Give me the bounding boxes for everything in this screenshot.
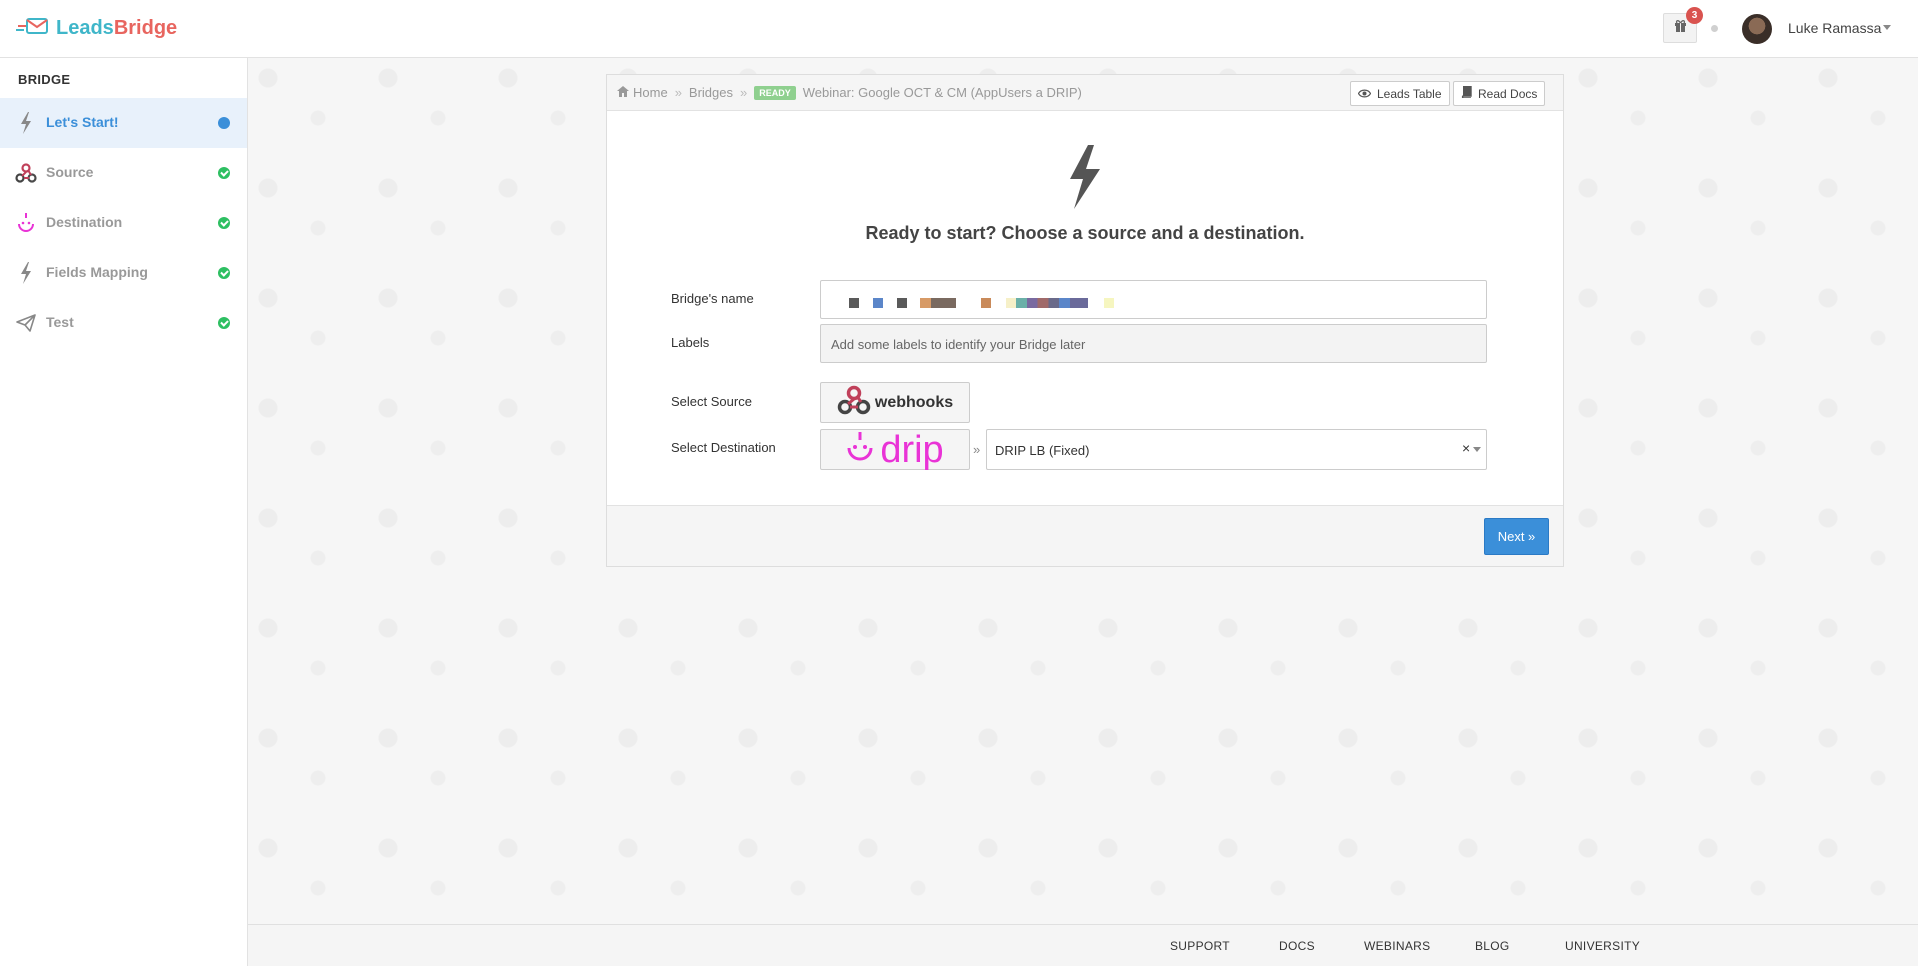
source-select-button[interactable]: webhooks <box>820 382 970 423</box>
bridge-setup-panel: Home » Bridges » READY Webinar: Google O… <box>606 74 1564 567</box>
breadcrumb: Home » Bridges » READY Webinar: Google O… <box>617 85 1082 100</box>
breadcrumb-current: Webinar: Google OCT & CM (AppUsers a DRI… <box>802 85 1082 100</box>
check-circle-icon <box>218 167 230 179</box>
bridge-name-field[interactable] <box>820 280 1487 319</box>
chevron-down-icon[interactable] <box>1473 447 1481 452</box>
sidebar-item-label: Let's Start! <box>46 114 119 130</box>
labels-label: Labels <box>671 335 710 350</box>
sidebar-item-lets-start[interactable]: Let's Start! <box>0 98 247 148</box>
sidebar-item-destination[interactable]: Destination <box>0 198 247 248</box>
paper-plane-icon <box>14 311 38 335</box>
eye-icon <box>1357 87 1372 101</box>
check-circle-icon <box>218 267 230 279</box>
sidebar-item-label: Test <box>46 314 74 330</box>
notification-count-badge: 3 <box>1686 7 1703 24</box>
read-docs-label: Read Docs <box>1478 86 1538 101</box>
drip-icon <box>14 211 38 235</box>
footer-link-university[interactable]: UNIVERSITY <box>1565 939 1640 953</box>
sidebar-item-test[interactable]: Test <box>0 298 247 348</box>
leadsbridge-logo[interactable]: LeadsBridge <box>16 16 177 41</box>
user-menu-name[interactable]: Luke Ramassa <box>1788 20 1881 36</box>
sidebar-item-label: Fields Mapping <box>46 264 148 280</box>
current-step-dot <box>218 117 230 129</box>
sidebar: BRIDGE Let's Start! Source Destination F… <box>0 58 248 966</box>
logo-text-bridge: Bridge <box>113 17 178 39</box>
bolt-icon <box>1064 145 1106 209</box>
destination-select-button[interactable]: drip <box>820 429 970 470</box>
panel-footer: Next » <box>607 505 1563 566</box>
bolt-icon <box>14 111 38 135</box>
footer-link-blog[interactable]: BLOG <box>1475 939 1510 953</box>
arrow-separator: » <box>973 442 981 457</box>
read-docs-button[interactable]: Read Docs <box>1453 81 1546 106</box>
breadcrumb-bridges-link[interactable]: Bridges <box>689 85 733 100</box>
bolt-icon <box>14 261 38 285</box>
user-avatar[interactable] <box>1742 14 1772 44</box>
webhooks-icon <box>14 161 38 185</box>
check-circle-icon <box>218 317 230 329</box>
next-button[interactable]: Next » <box>1484 518 1549 555</box>
sidebar-item-fields-mapping[interactable]: Fields Mapping <box>0 248 247 298</box>
breadcrumb-home-link[interactable]: Home <box>633 85 668 100</box>
top-navbar: LeadsBridge 3 Luke Ramassa <box>0 0 1918 58</box>
envelope-logo-icon <box>16 16 50 41</box>
status-badge: READY <box>754 85 796 100</box>
gift-icon <box>1674 19 1687 37</box>
webhooks-icon <box>837 385 871 420</box>
page-footer: SUPPORT DOCS WEBINARS BLOG UNIVERSITY <box>248 924 1918 966</box>
sidebar-item-source[interactable]: Source <box>0 148 247 198</box>
panel-header: Home » Bridges » READY Webinar: Google O… <box>607 75 1563 111</box>
select-source-label: Select Source <box>671 394 752 409</box>
select-destination-label: Select Destination <box>671 440 776 455</box>
caret-down-icon[interactable] <box>1883 25 1891 30</box>
leads-table-button[interactable]: Leads Table <box>1350 81 1450 106</box>
check-circle-icon <box>218 217 230 229</box>
bridge-name-label: Bridge's name <box>671 291 754 306</box>
footer-link-webinars[interactable]: WEBINARS <box>1364 939 1430 953</box>
breadcrumb-separator: » <box>740 85 748 100</box>
sidebar-item-label: Destination <box>46 214 123 230</box>
footer-link-support[interactable]: SUPPORT <box>1170 939 1230 953</box>
book-icon <box>1461 85 1472 101</box>
labels-field[interactable]: Add some labels to identify your Bridge … <box>820 324 1487 363</box>
logo-wordmark: LeadsBridge <box>56 17 177 40</box>
drip-logo-text: drip <box>880 428 944 471</box>
home-icon <box>617 85 629 100</box>
webhooks-logo-text: webhooks <box>874 393 954 411</box>
clear-selection-icon[interactable]: × <box>1462 440 1470 456</box>
breadcrumb-separator: » <box>674 85 682 100</box>
footer-link-docs[interactable]: DOCS <box>1279 939 1315 953</box>
destination-account-select[interactable]: DRIP LB (Fixed) <box>986 429 1487 470</box>
hero-heading: Ready to start? Choose a source and a de… <box>865 223 1305 243</box>
sidebar-item-label: Source <box>46 164 94 180</box>
drip-icon <box>846 430 874 469</box>
online-status-dot <box>1711 25 1718 32</box>
sidebar-title: BRIDGE <box>18 72 71 87</box>
leads-table-label: Leads Table <box>1377 86 1442 101</box>
logo-text-leads: Leads <box>56 17 114 39</box>
